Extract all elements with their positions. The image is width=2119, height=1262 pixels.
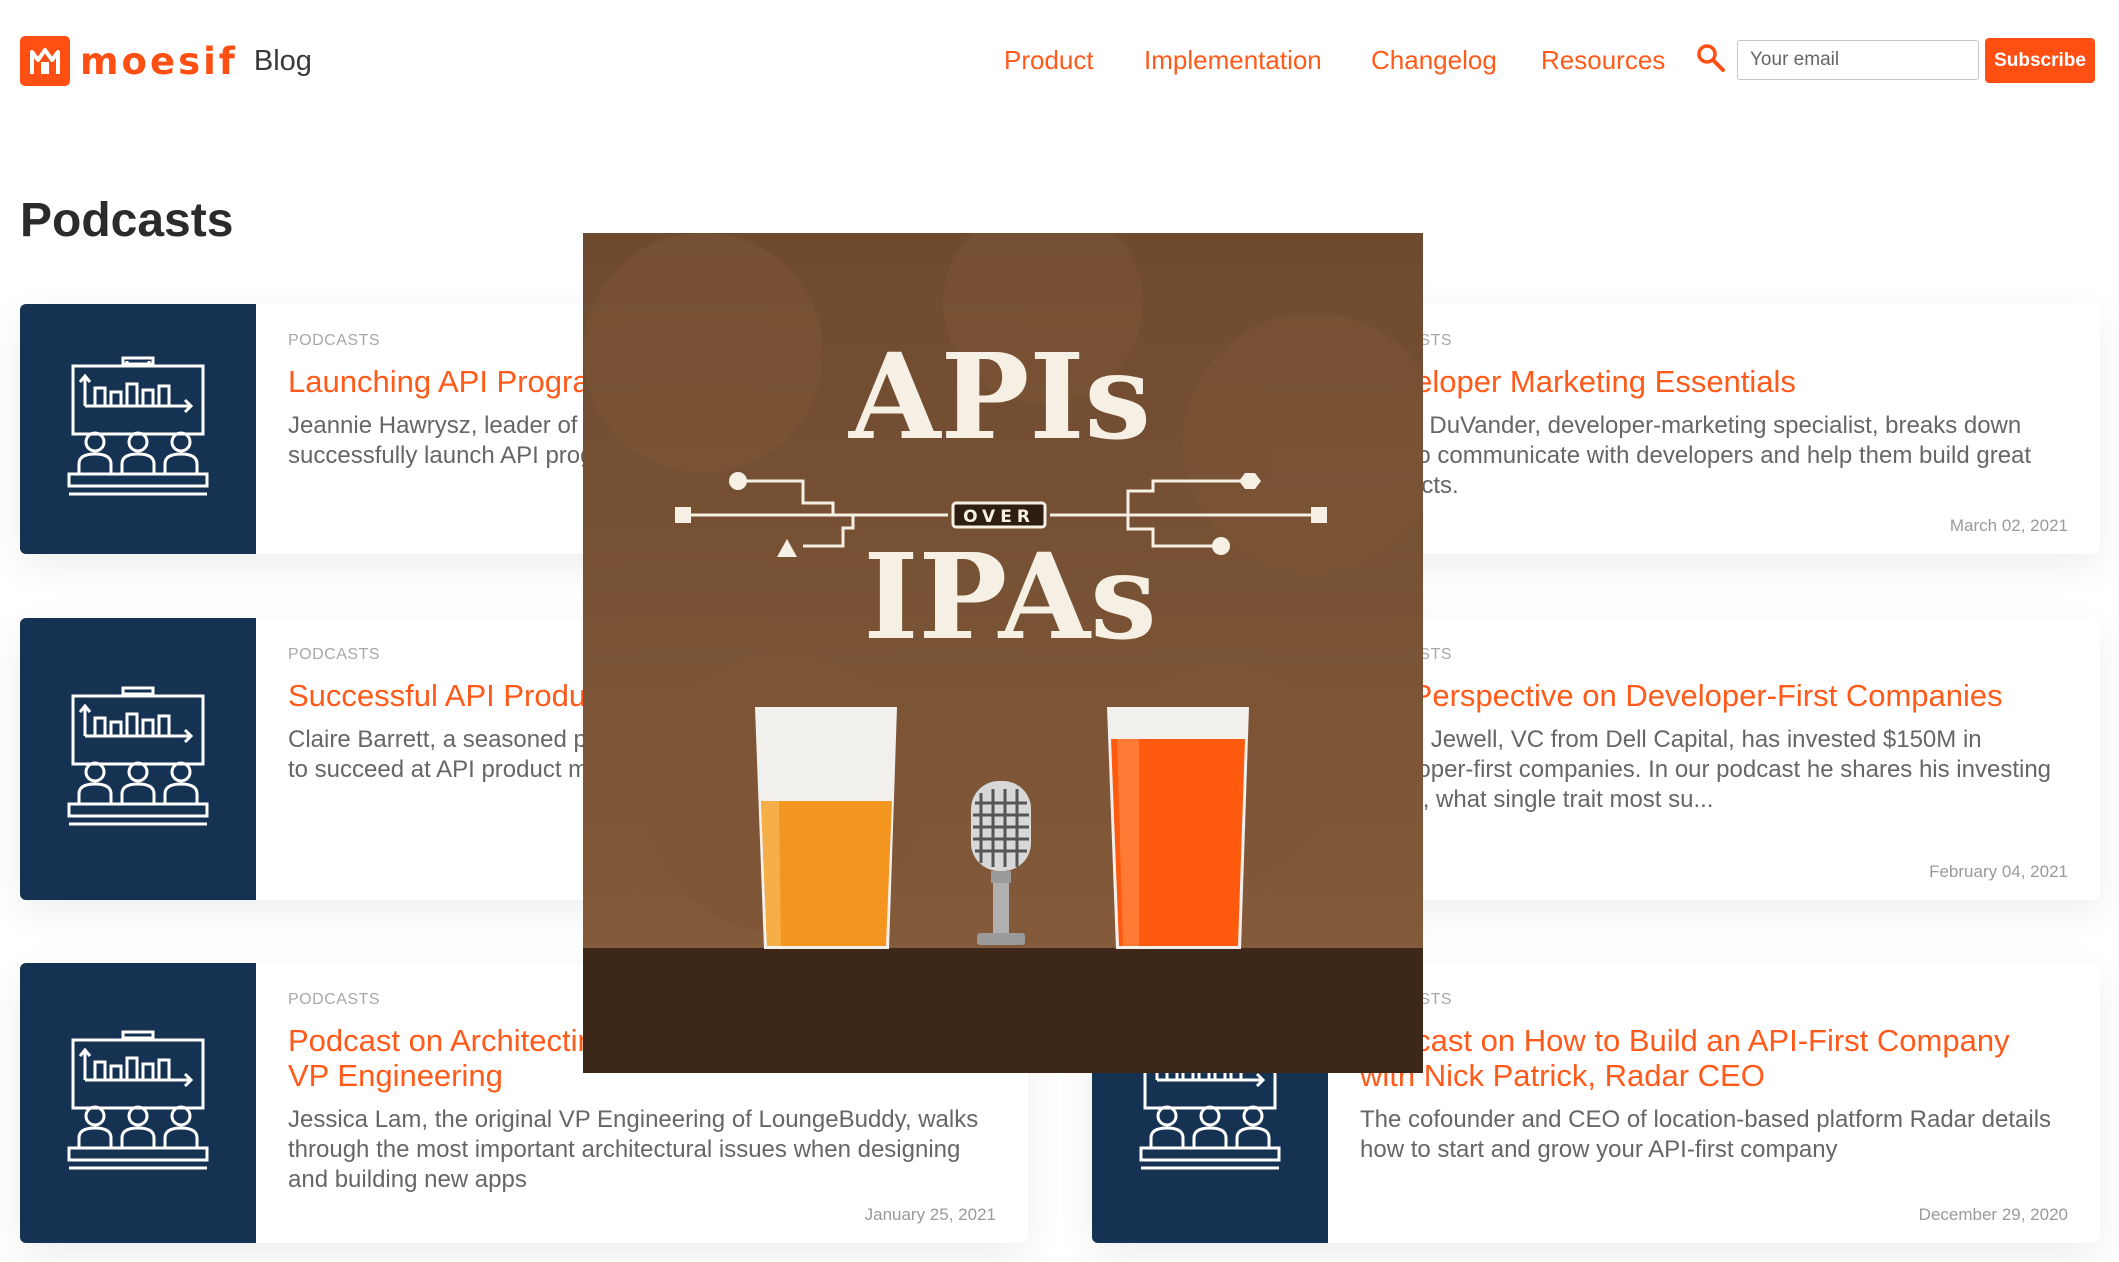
card-date: January 25, 2021 bbox=[864, 1205, 996, 1224]
podcast-cover-art: APIs IPAs OVER bbox=[583, 233, 1423, 1073]
subscribe-button[interactable]: Subscribe bbox=[1985, 38, 2095, 83]
card-thumbnail bbox=[20, 618, 256, 900]
moesif-logo-icon bbox=[20, 36, 70, 86]
page-title: Podcasts bbox=[20, 194, 234, 247]
card-description: The cofounder and CEO of location-based … bbox=[1360, 1106, 2052, 1163]
card-description: Jason Jewell, VC from Dell Capital, has … bbox=[1360, 726, 2052, 813]
presentation-audience-icon bbox=[67, 356, 209, 496]
card-category: PODCASTS bbox=[1360, 646, 2070, 664]
logo-wordmark: moesif bbox=[80, 39, 238, 83]
card-date: March 02, 2021 bbox=[1949, 516, 2068, 535]
nav-product[interactable]: Product bbox=[1004, 45, 1094, 76]
site-header: moesif Blog Product Implementation Chang… bbox=[0, 0, 2119, 120]
beer-glass-icon bbox=[755, 707, 897, 949]
card-category: PODCASTS bbox=[1360, 332, 2070, 350]
moesif-logo[interactable]: moesif Blog bbox=[20, 36, 312, 86]
nav-changelog[interactable]: Changelog bbox=[1371, 45, 1497, 76]
card-thumbnail bbox=[20, 304, 256, 554]
card-description: Jessica Lam, the original VP Engineering… bbox=[288, 1106, 979, 1193]
card-description: Adam DuVander, developer-marketing speci… bbox=[1360, 412, 2032, 499]
bar-counter bbox=[583, 948, 1423, 1073]
card-thumbnail bbox=[20, 963, 256, 1243]
search-icon[interactable] bbox=[1696, 43, 1726, 73]
card-category: PODCASTS bbox=[1360, 991, 2070, 1009]
title-line-1: APIs bbox=[848, 327, 1151, 466]
card-title[interactable]: Developer Marketing Essentials bbox=[1360, 364, 2070, 399]
nav-implementation[interactable]: Implementation bbox=[1144, 45, 1322, 76]
email-input[interactable] bbox=[1737, 40, 1979, 80]
card-date: December 29, 2020 bbox=[1918, 1205, 2068, 1224]
title-line-2: IPAs bbox=[863, 527, 1156, 666]
apis-over-ipas-artwork: APIs IPAs OVER bbox=[583, 233, 1423, 1073]
nav-resources[interactable]: Resources bbox=[1541, 45, 1665, 76]
presentation-audience-icon bbox=[67, 1030, 209, 1170]
over-label: OVER bbox=[963, 507, 1035, 527]
card-title[interactable]: VC Perspective on Developer-First Compan… bbox=[1360, 678, 2070, 713]
card-title[interactable]: Podcast on How to Build an API-First Com… bbox=[1360, 1023, 2070, 1093]
card-date: February 04, 2021 bbox=[1929, 862, 2068, 881]
beer-glass-icon bbox=[1107, 707, 1249, 949]
presentation-audience-icon bbox=[67, 686, 209, 826]
blog-label: Blog bbox=[253, 44, 312, 77]
